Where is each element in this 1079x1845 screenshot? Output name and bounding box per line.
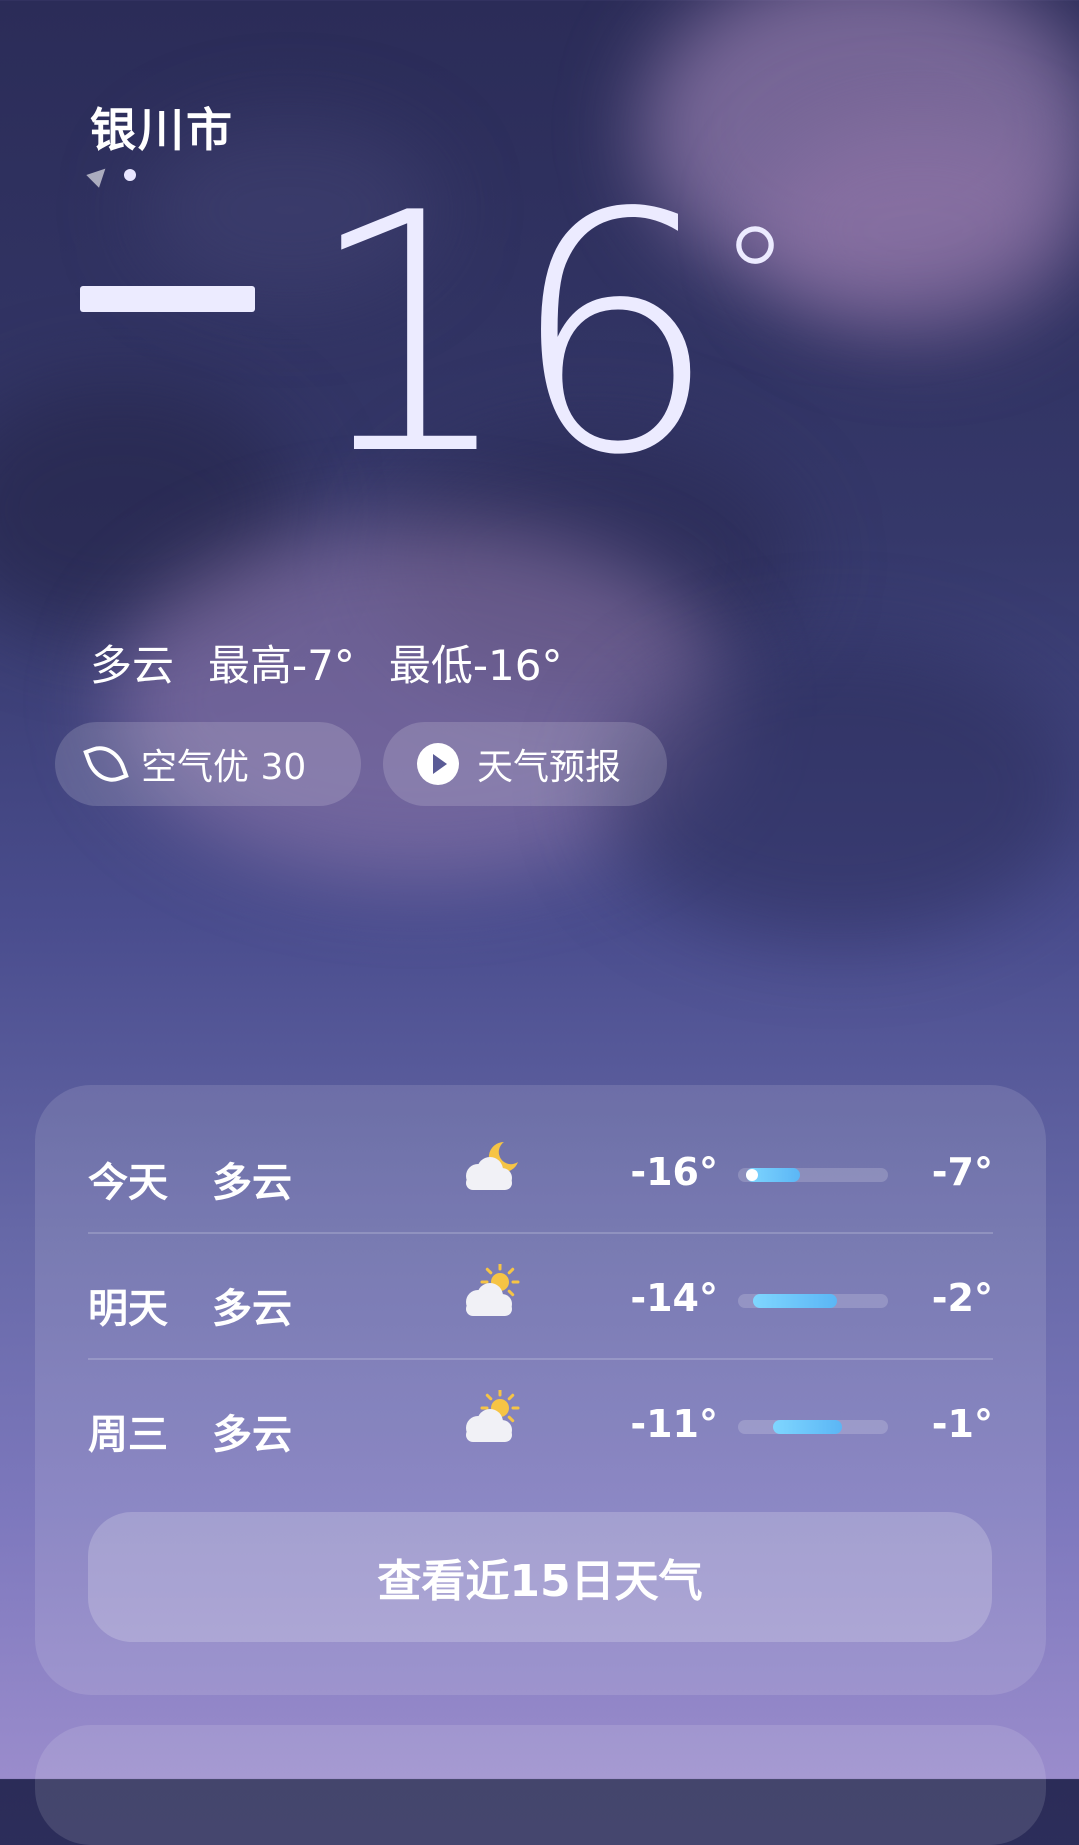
leaf-icon [83,739,129,789]
forecast-high-temp: -1° [931,1402,993,1446]
degree-symbol: ° [720,198,790,361]
daily-forecast-row[interactable]: 今天 多云 -16° -7° [88,1110,993,1236]
forecast-low-temp: -11° [630,1402,718,1446]
forecast-high-temp: -7° [931,1150,993,1194]
forecast-low-temp: -16° [630,1150,718,1194]
temperature-range-bar [738,1420,888,1434]
row-divider [88,1358,993,1360]
today-high: 最高-7° [208,641,355,690]
row-divider [88,1232,993,1234]
current-temperature: 16 ° [80,170,790,500]
forecast-condition: 多云 [212,1286,292,1332]
daily-forecast-row[interactable]: 周三 多云 -11° -1° [88,1362,993,1488]
forecast-condition: 多云 [212,1412,292,1458]
view-15-day-button[interactable]: 查看近15日天气 [88,1512,992,1642]
temperature-range-bar [738,1168,888,1182]
cloudy-night-icon [458,1138,522,1194]
current-condition: 多云 [90,641,175,690]
air-quality-chip[interactable]: 空气优 30 [55,722,361,806]
today-low: 最低-16° [388,641,563,690]
forecast-low-temp: -14° [630,1276,718,1320]
temperature-range-fill [772,1420,842,1434]
weather-forecast-label: 天气预报 [477,747,622,788]
partly-cloudy-day-icon [458,1388,522,1446]
temperature-range-fill [753,1294,837,1308]
weather-forecast-chip[interactable]: 天气预报 [383,722,667,806]
temperature-range-bar [738,1294,888,1308]
forecast-day: 明天 [88,1286,168,1332]
weather-summary: 多云 最高-7° 最低-16° [90,632,563,693]
city-name[interactable]: 银川市 [90,94,234,160]
temperature-value: 16 [305,143,719,527]
minus-sign [80,285,255,312]
daily-forecast-row[interactable]: 明天 多云 -14° -2° [88,1236,993,1362]
play-icon [417,743,459,785]
cloud-shape [600,640,1079,940]
partly-cloudy-day-icon [458,1262,522,1320]
forecast-condition: 多云 [212,1160,292,1206]
forecast-high-temp: -2° [931,1276,993,1320]
forecast-day: 周三 [88,1412,168,1458]
current-temp-marker [745,1169,758,1181]
air-quality-label: 空气优 30 [141,747,307,788]
cloud-shape [760,120,1079,340]
next-card [35,1725,1046,1845]
forecast-day: 今天 [88,1160,168,1206]
